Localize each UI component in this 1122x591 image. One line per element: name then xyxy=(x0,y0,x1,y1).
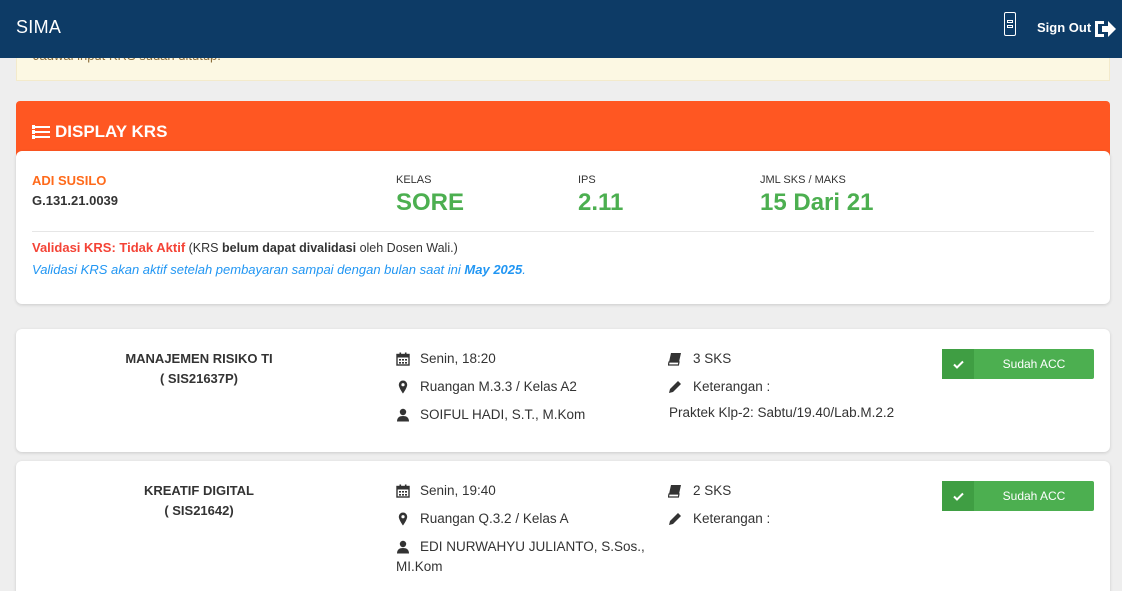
validation-note-prefix: (KRS xyxy=(188,241,219,255)
student-info-card: ADI SUSILO G.131.21.0039 KELAS SORE IPS … xyxy=(16,151,1110,304)
ips-value: 2.11 xyxy=(578,189,624,216)
sign-out-link[interactable]: Sign Out xyxy=(1037,20,1091,35)
list-icon xyxy=(32,125,50,139)
validation-info-month: May 2025 xyxy=(464,262,523,277)
check-icon xyxy=(942,349,974,379)
validation-info-prefix: Validasi KRS akan aktif setelah pembayar… xyxy=(32,262,461,277)
validation-status-line: Validasi KRS: Tidak Aktif (KRS belum dap… xyxy=(32,240,458,255)
course-sks: 3 SKS xyxy=(693,351,732,366)
sudah-acc-button[interactable]: Sudah ACC xyxy=(942,349,1094,379)
krs-title: DISPLAY KRS xyxy=(32,122,167,142)
divider xyxy=(32,231,1094,232)
acc-status-label: Sudah ACC xyxy=(1002,357,1066,371)
course-code: ( SIS21637P) xyxy=(159,371,239,386)
validation-status: Validasi KRS: Tidak Aktif xyxy=(32,240,186,255)
ips-label: IPS xyxy=(578,174,596,186)
book-icon xyxy=(668,353,681,366)
map-marker-icon xyxy=(398,512,408,526)
validation-info: Validasi KRS akan aktif setelah pembayar… xyxy=(32,262,526,277)
sks-label: JML SKS / MAKS xyxy=(760,174,846,186)
course-room: Ruangan Q.3.2 / Kelas A xyxy=(420,511,569,526)
sks-value: 15 Dari 21 xyxy=(760,189,874,216)
calendar-icon xyxy=(396,484,410,498)
course-lecturer: SOIFUL HADI, S.T., M.Kom xyxy=(420,407,586,422)
sign-out-icon[interactable] xyxy=(1093,18,1117,40)
course-code: ( SIS21642) xyxy=(164,503,234,518)
course-schedule: Senin, 19:40 xyxy=(420,483,496,498)
top-navbar: SIMA Sign Out xyxy=(0,0,1122,58)
pencil-icon xyxy=(669,381,681,393)
qr-code-icon[interactable] xyxy=(1004,12,1016,36)
course-sks: 2 SKS xyxy=(693,483,732,498)
student-nim: G.131.21.0039 xyxy=(32,193,119,208)
course-room: Ruangan M.3.3 / Kelas A2 xyxy=(420,379,577,394)
student-name: ADI SUSILO xyxy=(32,173,107,188)
krs-title-text: DISPLAY KRS xyxy=(55,122,168,141)
validation-note-suffix: oleh Dosen Wali.) xyxy=(359,241,458,255)
book-icon xyxy=(668,485,681,498)
course-schedule: Senin, 18:20 xyxy=(420,351,496,366)
validation-note-bold: belum dapat divalidasi xyxy=(222,241,357,255)
keterangan-text: Praktek Klp-2: Sabtu/19.40/Lab.M.2.2 xyxy=(669,405,895,420)
check-icon xyxy=(942,481,974,511)
pencil-icon xyxy=(669,513,681,525)
course-card: MANAJEMEN RISIKO TI ( SIS21637P) Senin, … xyxy=(16,329,1110,452)
user-icon xyxy=(397,408,409,422)
course-card: KREATIF DIGITAL ( SIS21642) Senin, 19:40… xyxy=(16,461,1110,591)
validation-info-suffix: . xyxy=(522,262,526,277)
course-name: MANAJEMEN RISIKO TI xyxy=(125,351,273,366)
app-brand[interactable]: SIMA xyxy=(16,17,61,38)
calendar-icon xyxy=(396,352,410,366)
keterangan-label: Keterangan : xyxy=(693,511,771,526)
kelas-value: SORE xyxy=(396,189,465,216)
course-lecturer: EDI NURWAHYU JULIANTO, S.Sos., MI.Kom xyxy=(396,539,645,574)
kelas-label: KELAS xyxy=(396,174,432,186)
map-marker-icon xyxy=(398,380,408,394)
sudah-acc-button[interactable]: Sudah ACC xyxy=(942,481,1094,511)
acc-status-label: Sudah ACC xyxy=(1002,489,1066,503)
keterangan-label: Keterangan : xyxy=(693,379,771,394)
course-name: KREATIF DIGITAL xyxy=(143,483,254,498)
